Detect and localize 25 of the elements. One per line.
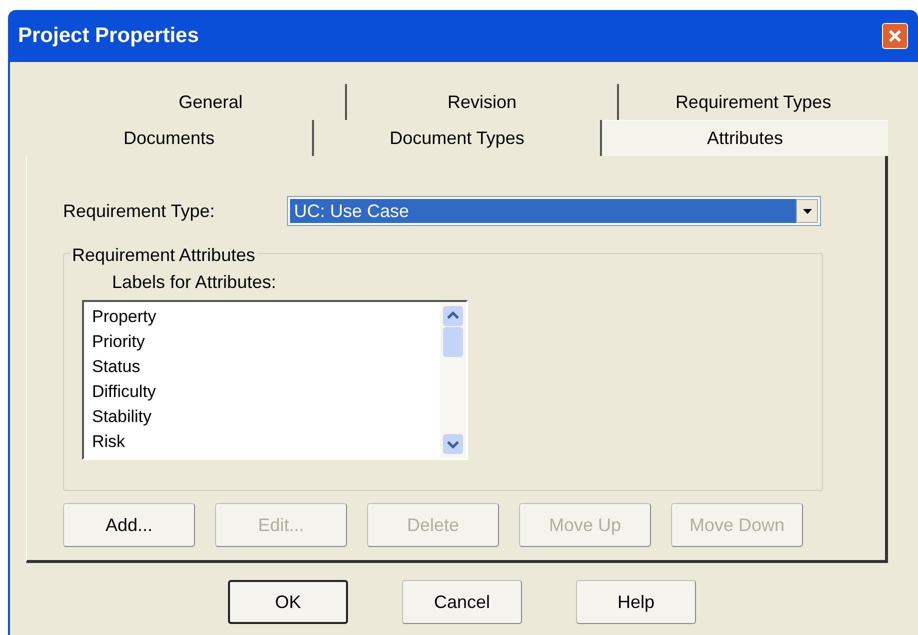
requirement-type-dropdown[interactable]: UC: Use Case bbox=[287, 196, 821, 226]
list-label: Labels for Attributes: bbox=[112, 271, 278, 294]
dropdown-value: UC: Use Case bbox=[290, 199, 796, 223]
list-item[interactable]: Difficulty bbox=[92, 379, 440, 404]
list-item[interactable]: Priority bbox=[92, 329, 440, 354]
scroll-up-icon[interactable] bbox=[443, 306, 463, 326]
close-button[interactable] bbox=[882, 23, 908, 49]
list-item[interactable]: Risk bbox=[92, 429, 440, 454]
list-item[interactable]: Stability bbox=[92, 404, 440, 429]
action-button[interactable]: Add... bbox=[63, 503, 195, 547]
list-item[interactable]: Status bbox=[92, 354, 440, 379]
list-item[interactable]: Property bbox=[92, 304, 440, 329]
dropdown-arrow-button[interactable] bbox=[796, 199, 818, 223]
caret-icon bbox=[802, 208, 812, 214]
field-label: Requirement Type: bbox=[63, 200, 216, 223]
window-title: Project Properties bbox=[18, 23, 199, 50]
tab[interactable]: Attributes bbox=[602, 120, 888, 156]
dialog-button[interactable]: Help bbox=[576, 580, 696, 624]
dialog-button[interactable]: Cancel bbox=[402, 580, 522, 624]
dialog-button[interactable]: OK bbox=[228, 580, 348, 624]
scrollbar[interactable] bbox=[440, 302, 466, 458]
attributes-listbox[interactable]: Property Priority Status Difficulty Stability Risk bbox=[82, 300, 468, 460]
scroll-thumb[interactable] bbox=[443, 327, 463, 357]
close-icon bbox=[888, 29, 902, 43]
scroll-down-icon[interactable] bbox=[443, 434, 463, 454]
